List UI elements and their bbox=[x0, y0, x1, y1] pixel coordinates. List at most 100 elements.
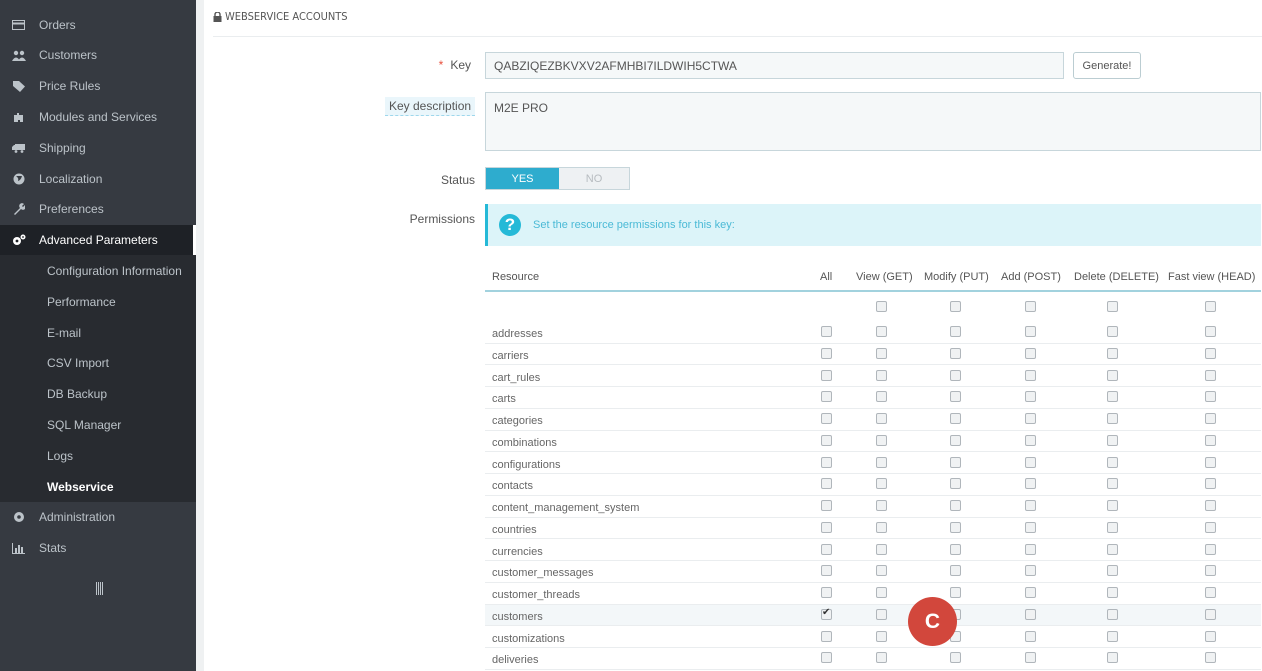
permission-checkbox[interactable] bbox=[1025, 478, 1036, 490]
permission-checkbox[interactable] bbox=[1107, 587, 1118, 598]
permission-checkbox[interactable] bbox=[1107, 652, 1118, 664]
sidebar-item-orders[interactable]: Orders bbox=[0, 9, 196, 40]
permission-checkbox[interactable] bbox=[1205, 630, 1216, 642]
permission-checkbox[interactable] bbox=[876, 630, 887, 642]
permission-checkbox[interactable] bbox=[821, 543, 832, 555]
permission-checkbox[interactable] bbox=[950, 587, 961, 598]
permission-checkbox[interactable] bbox=[821, 434, 832, 446]
generate-button[interactable]: Generate! bbox=[1073, 52, 1141, 79]
permission-checkbox[interactable] bbox=[1205, 652, 1216, 664]
permission-checkbox[interactable] bbox=[950, 456, 961, 468]
permission-checkbox[interactable] bbox=[950, 434, 961, 446]
select-all-checkbox[interactable] bbox=[1107, 301, 1118, 312]
permission-checkbox[interactable] bbox=[1107, 369, 1118, 381]
status-yes-option[interactable]: YES bbox=[486, 168, 559, 189]
permission-checkbox[interactable] bbox=[1025, 565, 1036, 577]
sidebar-item-localization[interactable]: Localization bbox=[0, 163, 196, 194]
sidebar-item-advanced-parameters[interactable]: Advanced Parameters bbox=[0, 224, 196, 256]
sidebar-item-preferences[interactable]: Preferences bbox=[0, 194, 196, 225]
permission-checkbox[interactable] bbox=[876, 521, 887, 533]
sidebar-subitem-webservice[interactable]: Webservice bbox=[0, 471, 196, 502]
permission-checkbox[interactable] bbox=[821, 521, 832, 533]
permission-checkbox[interactable] bbox=[1025, 630, 1036, 642]
permission-checkbox[interactable] bbox=[1107, 347, 1118, 359]
permission-checkbox[interactable] bbox=[1025, 543, 1036, 555]
permission-checkbox[interactable] bbox=[1025, 391, 1036, 403]
permission-checkbox[interactable] bbox=[821, 500, 832, 511]
permission-checkbox[interactable] bbox=[1107, 413, 1118, 424]
permission-checkbox[interactable] bbox=[1205, 413, 1216, 424]
permission-checkbox[interactable] bbox=[876, 587, 887, 598]
permission-checkbox[interactable] bbox=[821, 478, 832, 490]
permission-checkbox[interactable] bbox=[1107, 500, 1118, 511]
permission-checkbox[interactable] bbox=[1205, 434, 1216, 446]
permission-checkbox[interactable] bbox=[1205, 369, 1216, 381]
sidebar-item-administration[interactable]: Administration bbox=[0, 502, 196, 533]
permission-checkbox[interactable] bbox=[1205, 456, 1216, 468]
permission-checkbox[interactable] bbox=[1107, 543, 1118, 555]
permission-checkbox[interactable] bbox=[1205, 608, 1216, 620]
sidebar-subitem-sql-manager[interactable]: SQL Manager bbox=[0, 409, 196, 441]
permission-checkbox[interactable] bbox=[950, 543, 961, 555]
permission-checkbox[interactable] bbox=[1025, 500, 1036, 511]
permission-checkbox[interactable] bbox=[876, 391, 887, 403]
permission-checkbox[interactable] bbox=[876, 434, 887, 446]
permission-checkbox[interactable] bbox=[1205, 521, 1216, 533]
sidebar-item-modules-and-services[interactable]: Modules and Services bbox=[0, 101, 196, 132]
permission-checkbox[interactable] bbox=[950, 413, 961, 424]
permission-checkbox[interactable] bbox=[1107, 565, 1118, 577]
sidebar-item-customers[interactable]: Customers bbox=[0, 40, 196, 71]
permission-checkbox[interactable] bbox=[821, 652, 832, 664]
permission-checkbox[interactable] bbox=[876, 565, 887, 577]
permission-checkbox[interactable] bbox=[876, 478, 887, 490]
permission-checkbox[interactable] bbox=[950, 652, 961, 664]
permission-checkbox[interactable] bbox=[1025, 456, 1036, 468]
permission-checkbox[interactable] bbox=[1107, 434, 1118, 446]
permission-checkbox[interactable] bbox=[876, 608, 887, 620]
status-toggle[interactable]: YES NO bbox=[485, 167, 630, 190]
permission-checkbox[interactable] bbox=[950, 521, 961, 533]
permission-checkbox[interactable] bbox=[1025, 652, 1036, 664]
permission-checkbox[interactable] bbox=[1205, 565, 1216, 577]
permission-checkbox[interactable] bbox=[1205, 500, 1216, 511]
permission-checkbox[interactable] bbox=[950, 565, 961, 577]
sidebar-item-shipping[interactable]: Shipping bbox=[0, 132, 196, 163]
permission-checkbox[interactable] bbox=[1025, 608, 1036, 620]
select-all-checkbox[interactable] bbox=[1025, 301, 1036, 312]
permission-checkbox[interactable] bbox=[876, 456, 887, 468]
sidebar-subitem-performance[interactable]: Performance bbox=[0, 286, 196, 318]
permission-checkbox[interactable] bbox=[821, 391, 832, 403]
permission-checkbox[interactable] bbox=[950, 500, 961, 511]
sidebar-item-price-rules[interactable]: Price Rules bbox=[0, 71, 196, 102]
permission-checkbox[interactable] bbox=[1205, 347, 1216, 359]
permission-checkbox[interactable] bbox=[821, 607, 832, 620]
sidebar-subitem-configuration-information[interactable]: Configuration Information bbox=[0, 255, 196, 287]
sidebar-subitem-db-backup[interactable]: DB Backup bbox=[0, 378, 196, 410]
permission-checkbox[interactable] bbox=[876, 500, 887, 511]
key-description-input[interactable]: M2E PRO bbox=[485, 92, 1261, 151]
permission-checkbox[interactable] bbox=[1025, 587, 1036, 598]
permission-checkbox[interactable] bbox=[1205, 478, 1216, 490]
permission-checkbox[interactable] bbox=[1107, 521, 1118, 533]
permission-checkbox[interactable] bbox=[821, 413, 832, 424]
permission-checkbox[interactable] bbox=[821, 369, 832, 381]
permission-checkbox[interactable] bbox=[950, 347, 961, 359]
permission-checkbox[interactable] bbox=[1107, 326, 1118, 337]
permission-checkbox[interactable] bbox=[950, 369, 961, 381]
sidebar-item-stats[interactable]: Stats bbox=[0, 533, 196, 564]
permission-checkbox[interactable] bbox=[1107, 456, 1118, 468]
permission-checkbox[interactable] bbox=[1025, 413, 1036, 424]
permission-checkbox[interactable] bbox=[1205, 543, 1216, 555]
permission-checkbox[interactable] bbox=[950, 391, 961, 403]
sidebar-collapse-icon[interactable] bbox=[96, 582, 102, 595]
permission-checkbox[interactable] bbox=[821, 456, 832, 468]
permission-checkbox[interactable] bbox=[876, 369, 887, 381]
permission-checkbox[interactable] bbox=[821, 326, 832, 337]
permission-checkbox[interactable] bbox=[1107, 391, 1118, 403]
permission-checkbox[interactable] bbox=[821, 347, 832, 359]
permission-checkbox[interactable] bbox=[1205, 587, 1216, 598]
permission-checkbox[interactable] bbox=[950, 326, 961, 337]
key-input[interactable]: QABZIQEZBKVXV2AFMHBI7ILDWIH5CTWA bbox=[485, 52, 1064, 79]
permission-checkbox[interactable] bbox=[1025, 347, 1036, 359]
sidebar-subitem-logs[interactable]: Logs bbox=[0, 440, 196, 472]
